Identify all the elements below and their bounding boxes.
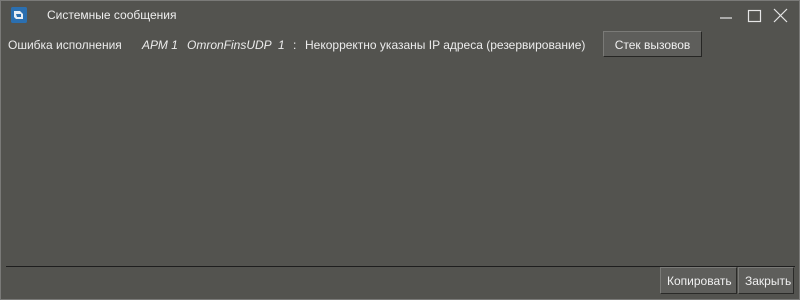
footer-bar: Копировать Закрыть — [6, 267, 795, 297]
message-station: АРМ 1 — [142, 38, 178, 52]
system-messages-window: Системные сообщения Ошибка исполнения АР… — [0, 0, 800, 300]
messages-list[interactable]: Ошибка исполнения АРМ 1 OmronFinsUDP 1 :… — [6, 29, 795, 267]
message-number: 1 — [278, 38, 285, 52]
window-title: Системные сообщения — [47, 8, 177, 22]
app-icon — [11, 7, 27, 23]
call-stack-button[interactable]: Стек вызовов — [603, 31, 702, 57]
close-button[interactable]: Закрыть — [738, 267, 794, 294]
minimize-button[interactable] — [715, 5, 737, 25]
title-bar[interactable]: Системные сообщения — [1, 1, 799, 29]
message-type: Ошибка исполнения — [8, 38, 122, 52]
close-window-button[interactable] — [769, 5, 791, 25]
message-text: Некорректно указаны IP адреса (резервиро… — [305, 38, 586, 52]
maximize-button[interactable] — [743, 5, 765, 25]
close-icon — [773, 8, 788, 23]
message-separator: : — [293, 38, 297, 52]
minimize-icon — [720, 17, 732, 19]
message-driver: OmronFinsUDP — [187, 38, 272, 52]
maximize-icon — [747, 9, 762, 23]
copy-button[interactable]: Копировать — [660, 267, 737, 294]
